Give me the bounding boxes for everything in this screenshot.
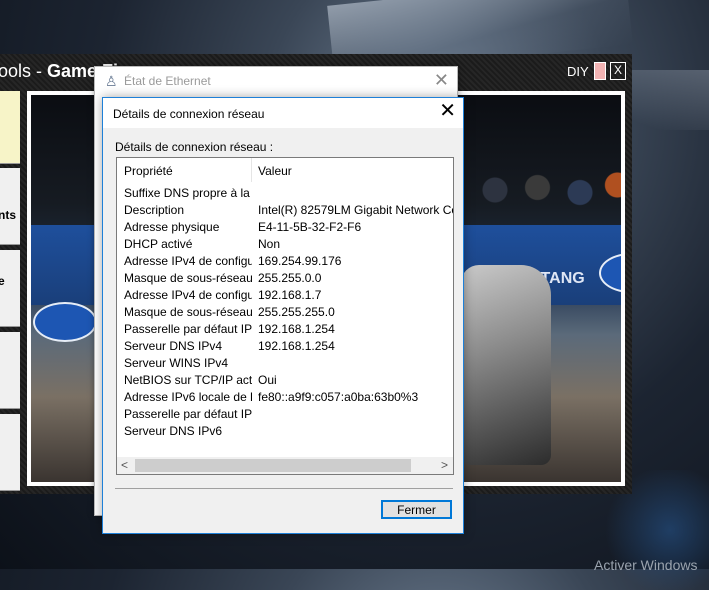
row-value: 192.168.1.7 [258,288,322,302]
table-row[interactable]: Adresse physique E4-11-5B-32-F2-F6 [117,219,453,236]
row-property: Suffixe DNS propre à la ... [124,186,252,200]
table-row[interactable]: Adresse IPv6 locale de li... fe80::a9f9:c… [117,389,453,406]
column-header-property[interactable]: Propriété [124,164,173,178]
spectators [461,165,621,215]
row-value: E4-11-5B-32-F2-F6 [258,220,362,234]
row-property: Serveur DNS IPv6 [124,424,223,438]
game-fire-close-button[interactable]: X [610,62,626,80]
row-value: 192.168.1.254 [258,339,335,353]
sidebar-item-label: nts [0,208,16,222]
row-value: 255.255.255.0 [258,305,335,319]
row-value: Non [258,237,281,251]
row-property: Masque de sous-réseau ... [124,271,252,285]
sidebar-item[interactable] [0,91,20,164]
row-property: Passerelle par défaut IPv4 [124,322,252,336]
connection-details-title: Détails de connexion réseau [113,107,265,121]
sidebar-item[interactable] [0,332,20,409]
scrollbar-thumb[interactable] [135,459,411,472]
row-value: fe80::a9f9:c057:a0ba:63b0%3 [258,390,419,404]
scroll-right-icon[interactable]: > [441,458,448,472]
ford-logo-icon [33,302,97,342]
horizontal-scrollbar[interactable]: < > [117,457,453,474]
ethernet-status-title: État de Ethernet [124,74,211,88]
row-value: 169.254.99.176 [258,254,342,268]
diy-label[interactable]: DIY [567,64,589,79]
connection-details-close-button[interactable]: ✕ [439,101,456,121]
sidebar-item[interactable] [0,414,20,491]
table-row[interactable]: Passerelle par défaut IPv6 [117,406,453,423]
scroll-left-icon[interactable]: < [121,458,128,472]
network-adapter-icon: ♙ [105,73,118,89]
row-property: Masque de sous-réseau ... [124,305,252,319]
ethernet-status-close-button[interactable]: ✕ [434,70,449,91]
column-divider[interactable] [251,158,252,182]
row-property: Adresse IPv6 locale de li... [124,390,252,404]
sidebar-item-label: e [0,274,5,288]
connection-details-titlebar: Détails de connexion réseau ✕ [103,98,463,128]
row-property: Description [124,203,185,217]
row-property: Adresse physique [124,220,220,234]
details-caption: Détails de connexion réseau : [115,140,274,154]
connection-details-dialog: Détails de connexion réseau ✕ Détails de… [102,97,464,534]
details-listview[interactable]: Propriété Valeur Suffixe DNS propre à la… [116,157,454,475]
row-value: Oui [258,373,277,387]
table-row[interactable]: Serveur DNS IPv4 192.168.1.254 [117,338,453,355]
sidebar-item[interactable]: nts [0,168,20,245]
activation-watermark: Activer Windows [594,557,698,573]
table-row[interactable]: Masque de sous-réseau ... 255.255.255.0 [117,304,453,321]
table-row[interactable]: Serveur DNS IPv6 [117,423,453,440]
row-property: Adresse IPv4 de configu... [124,254,252,268]
table-row[interactable]: Passerelle par défaut IPv4 192.168.1.254 [117,321,453,338]
row-value: Intel(R) 82579LM Gigabit Network Conne [258,203,453,217]
color-swatch[interactable] [594,62,606,80]
table-row[interactable]: DHCP activé Non [117,236,453,253]
ethernet-status-titlebar: ♙ État de Ethernet ✕ [95,67,457,95]
sidebar-item[interactable]: e [0,250,20,327]
column-header-value[interactable]: Valeur [258,164,292,178]
table-row[interactable]: NetBIOS sur TCP/IP act... Oui [117,372,453,389]
close-button[interactable]: Fermer [381,500,452,519]
row-property: Serveur DNS IPv4 [124,339,223,353]
dialog-separator [115,488,453,489]
row-property: DHCP activé [124,237,193,251]
table-row[interactable]: Adresse IPv4 de configu... 192.168.1.7 [117,287,453,304]
rally-car [461,265,551,465]
row-property: Adresse IPv4 de configu... [124,288,252,302]
row-property: Passerelle par défaut IPv6 [124,407,252,421]
row-property: Serveur WINS IPv4 [124,356,229,370]
table-row[interactable]: Masque de sous-réseau ... 255.255.0.0 [117,270,453,287]
table-row[interactable]: Serveur WINS IPv4 [117,355,453,372]
row-value: 255.255.0.0 [258,271,322,285]
table-row[interactable]: Description Intel(R) 82579LM Gigabit Netw… [117,202,453,219]
row-property: NetBIOS sur TCP/IP act... [124,373,252,387]
row-value: 192.168.1.254 [258,322,335,336]
table-row[interactable]: Adresse IPv4 de configu... 169.254.99.176 [117,253,453,270]
listview-header: Propriété Valeur [117,158,453,182]
table-row[interactable]: Suffixe DNS propre à la ... [117,185,453,202]
